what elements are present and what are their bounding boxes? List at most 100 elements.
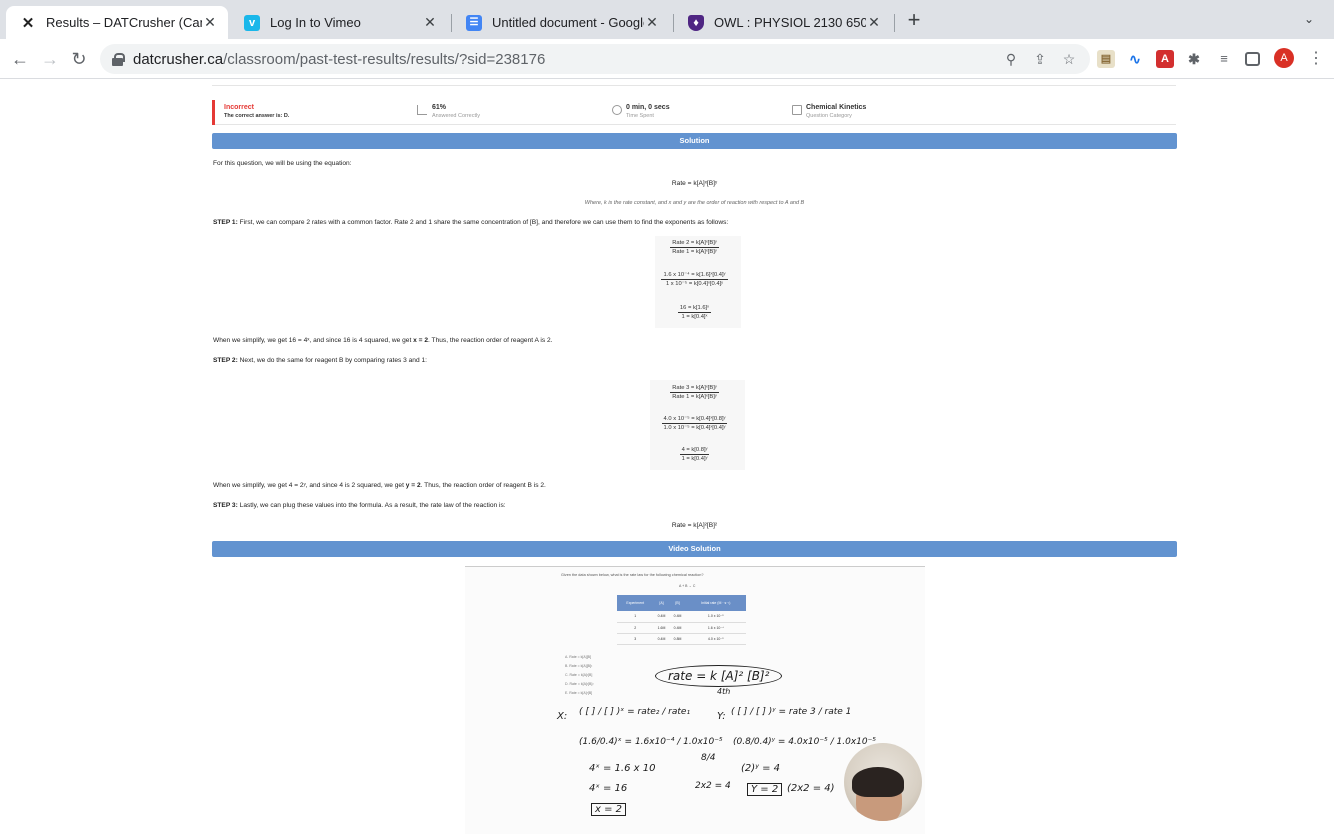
step1-body: First, we can compare 2 rates with a com… xyxy=(239,219,729,226)
handwritten-y-eq3: (2)ʸ = 4 xyxy=(741,763,780,774)
close-icon[interactable]: ✕ xyxy=(422,14,438,31)
fraction-denominator: 1.0 x 10⁻⁵ = k[0.4]ˣ[0.4]ʸ xyxy=(663,425,726,431)
table-cell: 4.0 x 10⁻⁵ xyxy=(685,633,746,645)
table-cell: 0.4M xyxy=(653,633,670,645)
divider xyxy=(212,85,1176,86)
video-data-table: Experiment [A] [B] Initial rate (M · s⁻¹… xyxy=(617,595,746,645)
fraction-numerator: 4 = k[0.8]ʸ xyxy=(679,447,710,455)
stat-time: 0 min, 0 secs Time Spent xyxy=(626,103,670,120)
handwritten-4th: 4th xyxy=(717,687,731,696)
result-stats: Incorrect The correct answer is: D. 61% … xyxy=(212,100,1176,125)
category-label: Question Category xyxy=(806,113,852,119)
step2-fraction-3: 4 = k[0.8]ʸ 1 = k[0.4]ʸ xyxy=(212,446,1177,463)
tab-title: Results – DATCrusher (Canadia xyxy=(46,15,202,30)
video-option: B. Rate = k[A][B]² xyxy=(565,664,593,668)
solution-banner: Solution xyxy=(212,133,1177,149)
table-cell: 0.4M xyxy=(669,622,686,634)
fraction-denominator: Rate 1 = k[A]ˣ[B]ʸ xyxy=(672,249,717,255)
tab-vimeo[interactable]: v Log In to Vimeo ✕ xyxy=(230,6,448,39)
video-question: Given the data shown below, what is the … xyxy=(561,573,704,577)
tab-title: Log In to Vimeo xyxy=(270,15,361,30)
profile-avatar[interactable]: A xyxy=(1274,48,1294,68)
time-value: 0 min, 0 secs xyxy=(626,104,670,111)
new-tab-button[interactable]: + xyxy=(902,9,926,33)
x-logo-icon: ✕ xyxy=(21,14,35,32)
tab-search-chevron-icon[interactable]: ⌄ xyxy=(1304,12,1314,26)
extension-notes-icon[interactable]: ▤ xyxy=(1097,50,1115,68)
table-row: 3 0.4M 0.8M 4.0 x 10⁻⁵ xyxy=(617,633,746,645)
google-docs-icon: ☰ xyxy=(466,14,482,31)
step2-text: STEP 2: Next, we do the same for reagent… xyxy=(213,357,427,364)
table-header: Experiment xyxy=(617,595,654,611)
instructor-webcam xyxy=(844,743,922,821)
extension-pdf-icon[interactable]: A xyxy=(1156,50,1174,68)
url-text[interactable]: datcrusher.ca/classroom/past-test-result… xyxy=(133,51,545,68)
tab-google-docs[interactable]: ☰ Untitled document - Google Do ✕ xyxy=(452,6,670,39)
step2-label: STEP 2: xyxy=(213,357,238,364)
clock-icon xyxy=(612,105,622,115)
step1-result-a: When we simplify, we get 16 = 4ˣ, and si… xyxy=(213,337,414,344)
owl-shield-icon: ♦ xyxy=(688,14,704,31)
status-indicator xyxy=(212,100,215,125)
rate-equation: Rate = k[A]ˣ[B]ʸ xyxy=(671,180,718,187)
close-icon[interactable]: ✕ xyxy=(202,14,218,31)
table-cell: 1 xyxy=(617,611,654,623)
bar-chart-icon xyxy=(417,105,427,115)
handwritten-mid2: 2x2 = 4 xyxy=(695,781,731,791)
step2-body: Next, we do the same for reagent B by co… xyxy=(239,357,427,364)
stat-category: Chemical Kinetics Question Category xyxy=(806,103,866,120)
forward-button[interactable]: → xyxy=(38,47,62,71)
step1-fraction-3: 16 = k[1.6]ˣ 1 = k[0.4]ˣ xyxy=(212,304,1177,321)
step2-result-a: When we simplify, we get 4 = 2ʸ, and sin… xyxy=(213,482,406,489)
step2-fraction-2: 4.0 x 10⁻⁵ = k[0.4]ˣ[0.8]ʸ 1.0 x 10⁻⁵ = … xyxy=(212,415,1177,432)
fraction-denominator: 1 x 10⁻⁵ = k[0.4]ˣ[0.4]ʸ xyxy=(665,281,724,287)
reading-list-icon[interactable]: ≡ xyxy=(1215,50,1233,68)
handwritten-y-result: Y = 2 xyxy=(747,783,783,796)
step1-result-b: . Thus, the reaction order of reagent A … xyxy=(428,337,553,344)
step2-fraction-1: Rate 3 = k[A]ˣ[B]ʸ Rate 1 = k[A]ˣ[B]ʸ xyxy=(212,384,1177,401)
close-icon[interactable]: ✕ xyxy=(644,14,660,31)
category-value: Chemical Kinetics xyxy=(806,104,867,111)
final-rate-equation: Rate = k[A]²[B]² xyxy=(671,522,718,529)
reload-button[interactable]: ↻ xyxy=(67,47,91,71)
page-content: Incorrect The correct answer is: D. 61% … xyxy=(0,80,1334,834)
video-player[interactable]: Given the data shown below, what is the … xyxy=(465,566,925,834)
address-bar[interactable]: datcrusher.ca/classroom/past-test-result… xyxy=(100,44,1090,74)
bookmark-star-icon[interactable]: ☆ xyxy=(1060,50,1078,68)
back-button[interactable]: ← xyxy=(8,47,32,71)
tab-strip: ✕ Results – DATCrusher (Canadia ✕ v Log … xyxy=(0,0,1334,39)
extension-wave-icon[interactable]: ∿ xyxy=(1126,50,1144,68)
table-cell: 1.6M xyxy=(653,622,670,634)
table-cell: 1.6 x 10⁻⁴ xyxy=(685,622,746,634)
time-label: Time Spent xyxy=(626,113,654,119)
status-text: Incorrect xyxy=(224,104,254,111)
tab-owl[interactable]: ♦ OWL : PHYSIOL 2130 650 SU2 ✕ xyxy=(674,6,892,39)
side-panel-icon[interactable] xyxy=(1245,52,1260,66)
table-cell: 0.8M xyxy=(669,633,686,645)
tab-datcrusher[interactable]: ✕ Results – DATCrusher (Canadia ✕ xyxy=(6,6,228,39)
extensions-puzzle-icon[interactable]: ✱ xyxy=(1185,50,1203,68)
video-option: C. Rate = k[A]²[B] xyxy=(565,673,593,677)
share-icon[interactable]: ⇪ xyxy=(1031,50,1049,68)
video-option: E. Rate = k[A]³[B] xyxy=(565,691,593,695)
zoom-icon[interactable]: ⚲ xyxy=(1002,50,1020,68)
step3-label: STEP 3: xyxy=(213,502,238,509)
handwritten-y-note: (2x2 = 4) xyxy=(787,783,835,794)
table-row: 1 0.4M 0.4M 1.0 x 10⁻⁵ xyxy=(617,611,746,623)
handwritten-mid: 8/4 xyxy=(701,753,716,763)
table-row: 2 1.6M 0.4M 1.6 x 10⁻⁴ xyxy=(617,622,746,634)
handwritten-x-eq1: ( [ ] / [ ] )ˣ = rate₂ / rate₁ xyxy=(579,707,691,717)
step3-body: Lastly, we can plug these values into th… xyxy=(239,502,506,509)
fraction-numerator: 16 = k[1.6]ˣ xyxy=(677,305,712,313)
step3-text: STEP 3: Lastly, we can plug these values… xyxy=(213,502,506,509)
lock-icon[interactable] xyxy=(112,52,125,66)
url-host: datcrusher.ca xyxy=(133,50,224,68)
fraction-denominator: 1 = k[0.4]ˣ xyxy=(681,314,708,320)
handwritten-y-label: Y: xyxy=(717,711,726,722)
step1-text: STEP 1: First, we can compare 2 rates wi… xyxy=(213,219,728,226)
close-icon[interactable]: ✕ xyxy=(866,14,882,31)
table-cell: 2 xyxy=(617,622,654,634)
browser-menu-icon[interactable]: ⋮ xyxy=(1308,48,1324,68)
table-header: [B] xyxy=(669,595,686,611)
handwritten-rate-law: rate = k [A]² [B]² xyxy=(655,665,783,687)
